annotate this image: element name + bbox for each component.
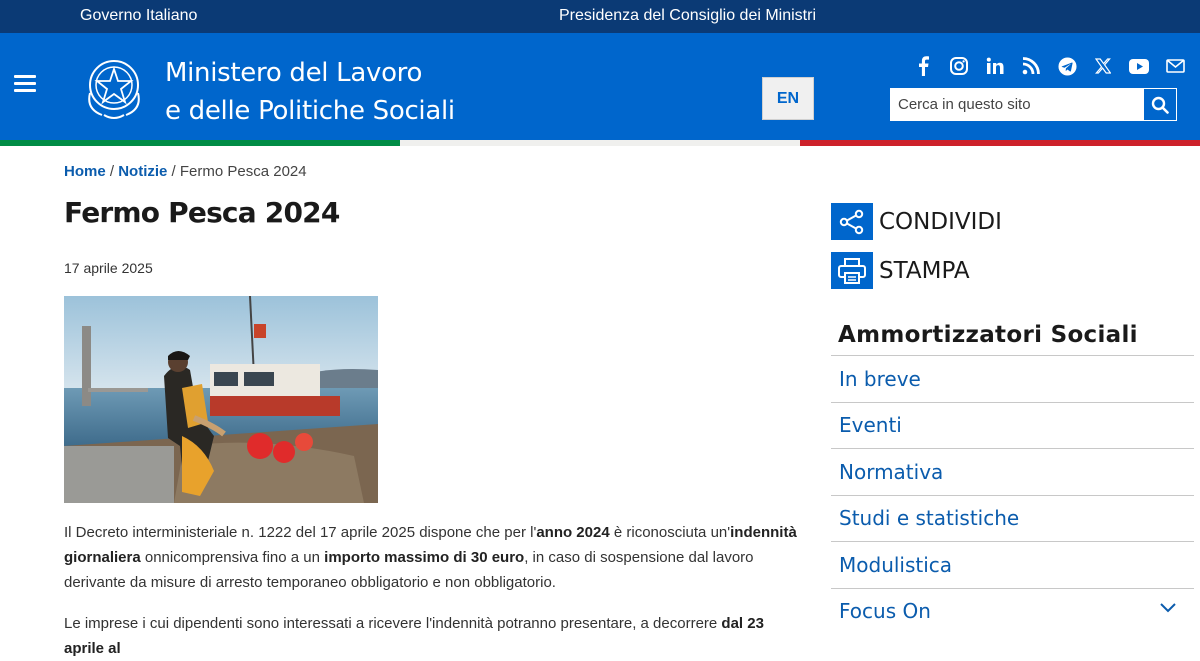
share-button[interactable]: CONDIVIDI (831, 203, 1002, 240)
paragraph-bold: anno 2024 (536, 524, 610, 541)
article-paragraph: Le imprese i cui dipendenti sono interes… (64, 611, 804, 661)
sidebar-item-label: Eventi (839, 413, 902, 438)
breadcrumb-news[interactable]: Notizie (118, 163, 167, 180)
search-icon (1151, 96, 1169, 114)
sidebar-item-in-breve[interactable]: In breve (831, 355, 1194, 402)
telegram-icon[interactable] (1056, 55, 1078, 77)
top-bar: Governo Italiano Presidenza del Consigli… (0, 0, 1200, 33)
paragraph-text: Il Decreto interministeriale n. 1222 del… (64, 524, 537, 541)
sidebar-item-modulistica[interactable]: Modulistica (831, 541, 1194, 588)
italian-flag-stripe (0, 140, 1200, 146)
search-button[interactable] (1143, 88, 1177, 121)
breadcrumb-separator: / (105, 163, 119, 180)
chevron-down-icon[interactable] (1160, 602, 1176, 613)
email-icon[interactable] (1164, 55, 1186, 77)
print-button[interactable]: STAMPA (831, 252, 970, 289)
paragraph-text: onnicomprensiva fino a un (140, 549, 325, 566)
site-title-line1: Ministero del Lavoro (165, 58, 423, 88)
paragraph-text: Le imprese i cui dipendenti sono interes… (64, 615, 722, 632)
sidebar-item-eventi[interactable]: Eventi (831, 401, 1194, 449)
breadcrumb-current: Fermo Pesca 2024 (179, 163, 307, 180)
youtube-icon[interactable] (1128, 55, 1150, 77)
paragraph-bold: importo massimo di 30 euro (324, 549, 525, 566)
language-button[interactable]: EN (762, 77, 814, 120)
instagram-icon[interactable] (948, 55, 970, 77)
print-label: STAMPA (879, 257, 970, 284)
republic-emblem-icon[interactable] (82, 53, 146, 123)
social-links (912, 55, 1186, 77)
site-header: Ministero del Lavoro e delle Politiche S… (0, 33, 1200, 140)
search-input[interactable] (890, 88, 1143, 121)
linkedin-icon[interactable] (984, 55, 1006, 77)
sidebar-title: Ammortizzatori Sociali (838, 322, 1138, 348)
breadcrumb-separator: / (167, 163, 180, 180)
governo-italiano-link[interactable]: Governo Italiano (80, 7, 197, 25)
presidenza-link[interactable]: Presidenza del Consiglio dei Ministri (559, 7, 816, 25)
sidebar-item-label: Studi e statistiche (839, 506, 1020, 531)
facebook-icon[interactable] (912, 55, 934, 77)
paragraph-text: è riconosciuta un' (609, 524, 731, 541)
page-title: Fermo Pesca 2024 (64, 196, 340, 229)
printer-icon (831, 252, 873, 289)
sidebar-nav: In breve Eventi Normativa Studi e statis… (831, 355, 1194, 634)
breadcrumb: Home / Notizie / Fermo Pesca 2024 (64, 163, 307, 180)
rss-icon[interactable] (1020, 55, 1042, 77)
breadcrumb-home[interactable]: Home (64, 163, 106, 180)
x-icon[interactable] (1092, 55, 1114, 77)
sidebar-item-normativa[interactable]: Normativa (831, 448, 1194, 495)
share-label: CONDIVIDI (879, 208, 1002, 235)
site-title[interactable]: Ministero del Lavoro e delle Politiche S… (165, 54, 455, 130)
article-paragraph: Il Decreto interministeriale n. 1222 del… (64, 520, 804, 595)
sidebar-item-focus-on[interactable]: Focus On (831, 587, 1194, 635)
sidebar-item-label: In breve (839, 366, 921, 391)
sidebar-item-label: Modulistica (839, 552, 953, 577)
sidebar-item-label: Normativa (839, 459, 944, 484)
site-title-line2: e delle Politiche Sociali (165, 96, 455, 126)
share-icon (831, 203, 873, 240)
article-date: 17 aprile 2025 (64, 260, 153, 276)
sidebar-item-studi-e-statistiche[interactable]: Studi e statistiche (831, 494, 1194, 542)
sidebar-item-label: Focus On (839, 599, 931, 624)
menu-icon[interactable] (14, 75, 36, 93)
article-image (64, 296, 378, 503)
